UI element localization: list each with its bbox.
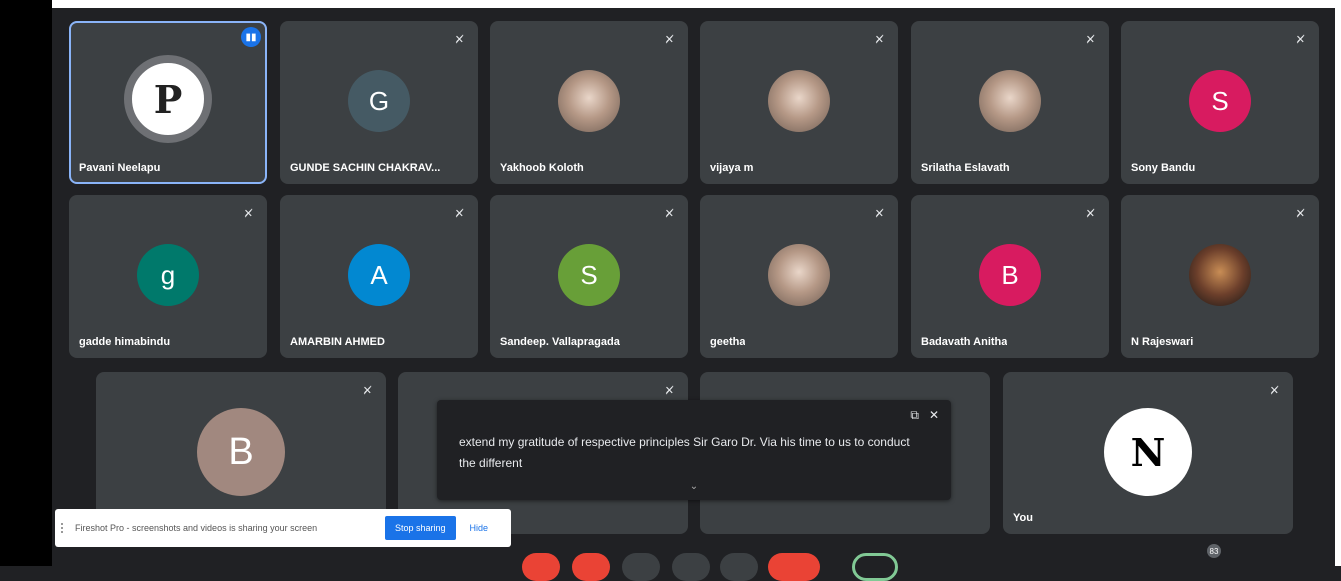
avatar: g <box>137 244 199 306</box>
caption-text: extend my gratitude of respective princi… <box>459 435 910 470</box>
participant-name: gadde himabindu <box>79 336 171 348</box>
avatar: A <box>348 244 410 306</box>
participant-tile-geetha[interactable]: ✕̸ geetha <box>700 195 898 358</box>
participant-tile-you[interactable]: ✕̸ N You <box>1003 372 1293 534</box>
participant-tile-gunde[interactable]: ✕̸ G GUNDE SACHIN CHAKRAV... <box>280 21 478 184</box>
mic-off-icon: ✕̸ <box>1295 208 1305 220</box>
participant-name: Pavani Neelapu <box>79 162 161 174</box>
avatar <box>768 244 830 306</box>
camera-button[interactable] <box>572 553 610 581</box>
participant-name: vijaya m <box>710 162 754 174</box>
avatar: B <box>197 408 285 496</box>
end-call-button[interactable] <box>768 553 820 581</box>
participant-tile-gadde[interactable]: ✕̸ g gadde himabindu <box>69 195 267 358</box>
participant-name: geetha <box>710 336 746 348</box>
participant-name: N Rajeswari <box>1131 336 1194 348</box>
mic-off-icon: ✕̸ <box>1269 385 1279 397</box>
avatar <box>979 70 1041 132</box>
participant-tile-amarbin[interactable]: ✕̸ A AMARBIN AHMED <box>280 195 478 358</box>
pop-out-icon[interactable]: ⧉ <box>910 408 919 423</box>
mic-off-icon: ✕̸ <box>454 208 464 220</box>
close-icon[interactable]: ✕ <box>929 408 939 423</box>
participant-name: GUNDE SACHIN CHAKRAV... <box>290 162 441 174</box>
mic-off-icon: ✕̸ <box>874 34 884 46</box>
avatar: B <box>979 244 1041 306</box>
participant-tile-vijaya[interactable]: ✕̸ vijaya m <box>700 21 898 184</box>
hide-button[interactable]: Hide <box>470 523 489 533</box>
avatar: G <box>348 70 410 132</box>
participant-tile-yakhoob[interactable]: ✕̸ Yakhoob Koloth <box>490 21 688 184</box>
left-black-bar <box>0 0 52 566</box>
participant-tile-sony[interactable]: ✕̸ S Sony Bandu <box>1121 21 1319 184</box>
avatar <box>558 70 620 132</box>
mic-off-icon: ✕̸ <box>1085 34 1095 46</box>
avatar <box>768 70 830 132</box>
right-white-edge <box>1335 0 1341 566</box>
avatar: P <box>124 55 212 143</box>
participant-name: Srilatha Eslavath <box>921 162 1010 174</box>
chevron-down-icon[interactable]: ⌄ <box>690 481 698 492</box>
mic-off-icon: ✕̸ <box>664 208 674 220</box>
mic-off-icon: ✕̸ <box>1295 34 1305 46</box>
mic-off-icon: ✕̸ <box>664 34 674 46</box>
participant-tile-rajeswari[interactable]: ✕̸ N Rajeswari <box>1121 195 1319 358</box>
mic-off-icon: ✕̸ <box>664 385 674 397</box>
mic-off-icon: ✕̸ <box>1085 208 1095 220</box>
participant-tile-pavani[interactable]: ▮▮ P Pavani Neelapu <box>69 21 267 184</box>
participant-tile-sandeep[interactable]: ✕̸ S Sandeep. Vallapragada <box>490 195 688 358</box>
drag-handle-icon[interactable] <box>61 523 67 533</box>
sharing-message: Fireshot Pro - screenshots and videos is… <box>75 523 318 533</box>
people-count-badge: 83 <box>1207 544 1221 558</box>
caption-actions: ⧉ ✕ <box>910 408 939 423</box>
present-button[interactable] <box>672 553 710 581</box>
participant-name: You <box>1013 512 1033 524</box>
avatar: S <box>1189 70 1251 132</box>
participant-name: Sandeep. Vallapragada <box>500 336 620 348</box>
mic-off-icon: ✕̸ <box>874 208 884 220</box>
captions-button[interactable] <box>622 553 660 581</box>
avatar <box>1189 244 1251 306</box>
participant-name: Yakhoob Koloth <box>500 162 584 174</box>
captions-panel: ⧉ ✕ extend my gratitude of respective pr… <box>437 400 951 500</box>
mic-button[interactable] <box>522 553 560 581</box>
mic-off-icon: ✕̸ <box>454 34 464 46</box>
participant-name: Badavath Anitha <box>921 336 1008 348</box>
screen-sharing-bar: Fireshot Pro - screenshots and videos is… <box>55 509 511 547</box>
avatar: S <box>558 244 620 306</box>
mic-off-icon: ✕̸ <box>362 385 372 397</box>
top-white-strip <box>52 0 1341 8</box>
stop-sharing-button[interactable]: Stop sharing <box>385 516 456 540</box>
mic-off-icon: ✕̸ <box>243 208 253 220</box>
participant-tile-srilatha[interactable]: ✕̸ Srilatha Eslavath <box>911 21 1109 184</box>
participant-tile-badavath[interactable]: ✕̸ B Badavath Anitha <box>911 195 1109 358</box>
participant-name: AMARBIN AHMED <box>290 336 385 348</box>
speaking-indicator-icon: ▮▮ <box>241 27 261 47</box>
more-options-button[interactable] <box>720 553 758 581</box>
participant-name: Sony Bandu <box>1131 162 1196 174</box>
avatar: N <box>1104 408 1192 496</box>
activities-button[interactable] <box>852 553 898 581</box>
